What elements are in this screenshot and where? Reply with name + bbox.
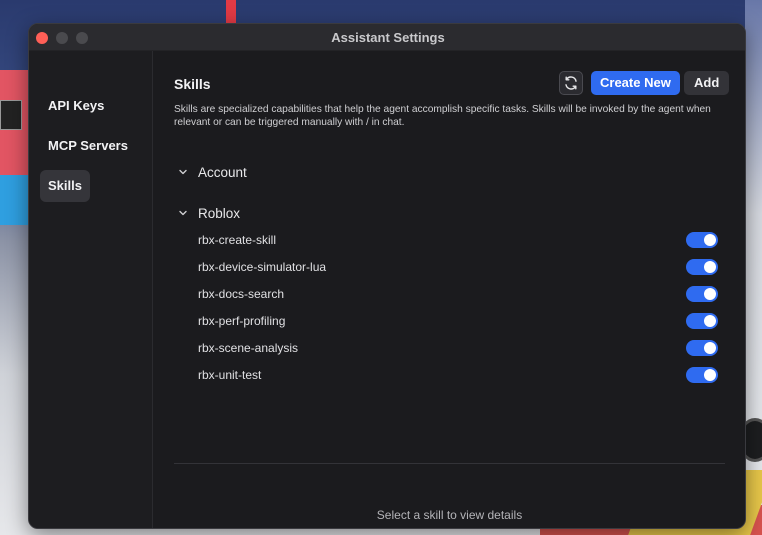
toggle-knob: [704, 369, 716, 381]
skill-enabled-toggle[interactable]: [686, 259, 718, 275]
toggle-knob: [704, 288, 716, 300]
skill-row[interactable]: rbx-perf-profiling: [198, 312, 718, 332]
toggle-knob: [704, 261, 716, 273]
toggle-knob: [704, 342, 716, 354]
skill-name: rbx-scene-analysis: [198, 341, 299, 355]
toggle-knob: [704, 315, 716, 327]
title-bar[interactable]: Assistant Settings: [29, 24, 745, 51]
skill-row[interactable]: rbx-scene-analysis: [198, 339, 718, 359]
sidebar-item-mcp-servers[interactable]: MCP Servers: [40, 130, 136, 162]
background-blue-block: [0, 175, 28, 225]
skill-enabled-toggle[interactable]: [686, 340, 718, 356]
skill-enabled-toggle[interactable]: [686, 232, 718, 248]
window-title: Assistant Settings: [331, 30, 445, 45]
skill-name: rbx-create-skill: [198, 233, 277, 247]
skill-name: rbx-perf-profiling: [198, 314, 286, 328]
toggle-knob: [704, 234, 716, 246]
skill-name: rbx-device-simulator-lua: [198, 260, 327, 274]
skill-enabled-toggle[interactable]: [686, 313, 718, 329]
group-name: Roblox: [198, 205, 241, 221]
skills-panel: Skills Create New Add Skills are special…: [154, 51, 745, 528]
chevron-down-icon: [179, 169, 187, 175]
skill-enabled-toggle[interactable]: [686, 286, 718, 302]
details-divider: [174, 463, 725, 464]
create-new-button[interactable]: Create New: [591, 71, 680, 95]
add-button[interactable]: Add: [684, 71, 730, 95]
page-title: Skills: [174, 76, 211, 92]
detail-placeholder: Select a skill to view details: [376, 508, 523, 522]
background-dark-tile: [0, 100, 22, 130]
skill-enabled-toggle[interactable]: [686, 367, 718, 383]
refresh-button[interactable]: [559, 71, 583, 95]
skill-name: rbx-docs-search: [198, 287, 285, 301]
refresh-icon: [565, 76, 577, 90]
settings-sidebar: API Keys MCP Servers Skills: [29, 51, 153, 528]
group-header-account[interactable]: Account: [176, 162, 247, 182]
sidebar-item-api-keys[interactable]: API Keys: [40, 90, 112, 122]
skill-row[interactable]: rbx-create-skill: [198, 231, 718, 251]
chevron-down-icon: [179, 210, 187, 216]
sidebar-item-skills[interactable]: Skills: [40, 170, 90, 202]
skill-row[interactable]: rbx-device-simulator-lua: [198, 258, 718, 278]
skills-description: Skills are specialized capabilities that…: [174, 104, 711, 128]
skill-row[interactable]: rbx-unit-test: [198, 366, 718, 386]
assistant-settings-window: Assistant Settings API Keys MCP Servers …: [28, 23, 746, 529]
group-header-roblox[interactable]: Roblox: [176, 203, 240, 223]
skill-name: rbx-unit-test: [198, 368, 262, 382]
group-name: Account: [198, 164, 247, 180]
skill-row[interactable]: rbx-docs-search: [198, 285, 718, 305]
